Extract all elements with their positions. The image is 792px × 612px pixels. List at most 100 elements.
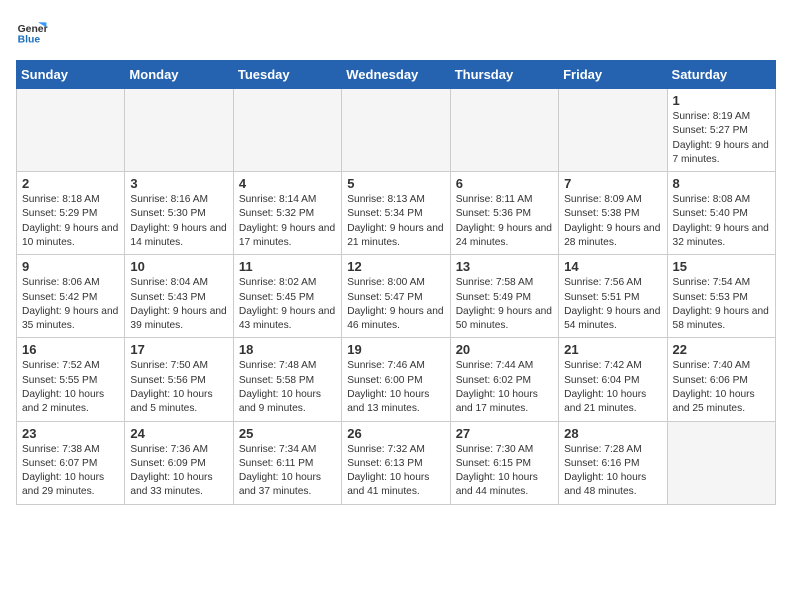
logo-icon: General Blue: [16, 16, 48, 48]
day-info: Sunrise: 7:58 AM Sunset: 5:49 PM Dayligh…: [456, 276, 553, 333]
day-number: 14: [564, 259, 661, 274]
calendar: SundayMondayTuesdayWednesdayThursdayFrid…: [16, 60, 776, 505]
calendar-cell: 27 Sunrise: 7:30 AM Sunset: 6:15 PM Dayli…: [450, 421, 558, 504]
day-info: Sunrise: 8:16 AM Sunset: 5:30 PM Dayligh…: [130, 193, 227, 250]
day-header-wednesday: Wednesday: [342, 61, 450, 89]
calendar-cell: 9 Sunrise: 8:06 AM Sunset: 5:42 PM Daylig…: [17, 255, 125, 338]
calendar-cell: [450, 89, 558, 172]
calendar-cell: 11Sunrise: 8:02 AM Sunset: 5:45 PM Dayli…: [233, 255, 341, 338]
calendar-cell: 13Sunrise: 7:58 AM Sunset: 5:49 PM Dayli…: [450, 255, 558, 338]
calendar-week-1: 1 Sunrise: 8:19 AM Sunset: 5:27 PM Daylig…: [17, 89, 776, 172]
calendar-cell: 22 Sunrise: 7:40 AM Sunset: 6:06 PM Dayli…: [667, 338, 775, 421]
day-number: 19: [347, 342, 444, 357]
day-info: Sunrise: 8:13 AM Sunset: 5:34 PM Dayligh…: [347, 193, 444, 250]
calendar-cell: [125, 89, 233, 172]
day-number: 21: [564, 342, 661, 357]
calendar-cell: 8 Sunrise: 8:08 AM Sunset: 5:40 PM Daylig…: [667, 172, 775, 255]
calendar-cell: 17Sunrise: 7:50 AM Sunset: 5:56 PM Dayli…: [125, 338, 233, 421]
day-info: Sunrise: 8:08 AM Sunset: 5:40 PM Dayligh…: [673, 193, 770, 250]
day-number: 10: [130, 259, 227, 274]
day-info: Sunrise: 7:38 AM Sunset: 6:07 PM Dayligh…: [22, 443, 119, 500]
day-info: Sunrise: 8:09 AM Sunset: 5:38 PM Dayligh…: [564, 193, 661, 250]
day-number: 3: [130, 176, 227, 191]
day-number: 7: [564, 176, 661, 191]
calendar-cell: 28Sunrise: 7:28 AM Sunset: 6:16 PM Dayli…: [559, 421, 667, 504]
calendar-cell: 16 Sunrise: 7:52 AM Sunset: 5:55 PM Dayli…: [17, 338, 125, 421]
day-info: Sunrise: 7:54 AM Sunset: 5:53 PM Dayligh…: [673, 276, 770, 333]
day-info: Sunrise: 8:14 AM Sunset: 5:32 PM Dayligh…: [239, 193, 336, 250]
day-number: 27: [456, 426, 553, 441]
day-number: 23: [22, 426, 119, 441]
calendar-cell: 24 Sunrise: 7:36 AM Sunset: 6:09 PM Dayli…: [125, 421, 233, 504]
calendar-cell: 23 Sunrise: 7:38 AM Sunset: 6:07 PM Dayli…: [17, 421, 125, 504]
calendar-cell: 4 Sunrise: 8:14 AM Sunset: 5:32 PM Daylig…: [233, 172, 341, 255]
calendar-cell: [342, 89, 450, 172]
calendar-cell: 20Sunrise: 7:44 AM Sunset: 6:02 PM Dayli…: [450, 338, 558, 421]
day-info: Sunrise: 7:52 AM Sunset: 5:55 PM Dayligh…: [22, 359, 119, 416]
calendar-cell: 12 Sunrise: 8:00 AM Sunset: 5:47 PM Dayli…: [342, 255, 450, 338]
day-info: Sunrise: 8:19 AM Sunset: 5:27 PM Dayligh…: [673, 110, 770, 167]
day-number: 15: [673, 259, 770, 274]
calendar-cell: 14 Sunrise: 7:56 AM Sunset: 5:51 PM Dayli…: [559, 255, 667, 338]
day-number: 11: [239, 259, 336, 274]
day-header-friday: Friday: [559, 61, 667, 89]
day-number: 6: [456, 176, 553, 191]
day-info: Sunrise: 8:00 AM Sunset: 5:47 PM Dayligh…: [347, 276, 444, 333]
day-info: Sunrise: 7:40 AM Sunset: 6:06 PM Dayligh…: [673, 359, 770, 416]
calendar-cell: 26 Sunrise: 7:32 AM Sunset: 6:13 PM Dayli…: [342, 421, 450, 504]
day-info: Sunrise: 7:42 AM Sunset: 6:04 PM Dayligh…: [564, 359, 661, 416]
day-info: Sunrise: 7:50 AM Sunset: 5:56 PM Dayligh…: [130, 359, 227, 416]
calendar-week-2: 2Sunrise: 8:18 AM Sunset: 5:29 PM Daylig…: [17, 172, 776, 255]
day-number: 22: [673, 342, 770, 357]
calendar-cell: [233, 89, 341, 172]
calendar-cell: 25 Sunrise: 7:34 AM Sunset: 6:11 PM Dayli…: [233, 421, 341, 504]
day-number: 1: [673, 93, 770, 108]
page-header: General Blue: [16, 16, 776, 48]
day-info: Sunrise: 7:28 AM Sunset: 6:16 PM Dayligh…: [564, 443, 661, 500]
calendar-cell: [17, 89, 125, 172]
day-number: 20: [456, 342, 553, 357]
day-info: Sunrise: 7:32 AM Sunset: 6:13 PM Dayligh…: [347, 443, 444, 500]
day-header-monday: Monday: [125, 61, 233, 89]
day-info: Sunrise: 7:36 AM Sunset: 6:09 PM Dayligh…: [130, 443, 227, 500]
calendar-cell: 2Sunrise: 8:18 AM Sunset: 5:29 PM Daylig…: [17, 172, 125, 255]
day-number: 12: [347, 259, 444, 274]
day-header-sunday: Sunday: [17, 61, 125, 89]
day-number: 18: [239, 342, 336, 357]
logo: General Blue: [16, 16, 48, 48]
day-info: Sunrise: 8:04 AM Sunset: 5:43 PM Dayligh…: [130, 276, 227, 333]
calendar-cell: 5 Sunrise: 8:13 AM Sunset: 5:34 PM Daylig…: [342, 172, 450, 255]
day-number: 16: [22, 342, 119, 357]
day-info: Sunrise: 7:48 AM Sunset: 5:58 PM Dayligh…: [239, 359, 336, 416]
day-number: 26: [347, 426, 444, 441]
day-header-tuesday: Tuesday: [233, 61, 341, 89]
calendar-header-row: SundayMondayTuesdayWednesdayThursdayFrid…: [17, 61, 776, 89]
day-number: 2: [22, 176, 119, 191]
day-header-saturday: Saturday: [667, 61, 775, 89]
calendar-cell: 3 Sunrise: 8:16 AM Sunset: 5:30 PM Daylig…: [125, 172, 233, 255]
day-info: Sunrise: 7:34 AM Sunset: 6:11 PM Dayligh…: [239, 443, 336, 500]
day-number: 4: [239, 176, 336, 191]
svg-text:Blue: Blue: [18, 34, 41, 45]
calendar-cell: 19 Sunrise: 7:46 AM Sunset: 6:00 PM Dayli…: [342, 338, 450, 421]
calendar-cell: 6 Sunrise: 8:11 AM Sunset: 5:36 PM Daylig…: [450, 172, 558, 255]
calendar-week-4: 16 Sunrise: 7:52 AM Sunset: 5:55 PM Dayli…: [17, 338, 776, 421]
calendar-week-5: 23 Sunrise: 7:38 AM Sunset: 6:07 PM Dayli…: [17, 421, 776, 504]
calendar-cell: 7 Sunrise: 8:09 AM Sunset: 5:38 PM Daylig…: [559, 172, 667, 255]
day-number: 9: [22, 259, 119, 274]
calendar-cell: [559, 89, 667, 172]
day-info: Sunrise: 7:56 AM Sunset: 5:51 PM Dayligh…: [564, 276, 661, 333]
calendar-cell: 15 Sunrise: 7:54 AM Sunset: 5:53 PM Dayli…: [667, 255, 775, 338]
calendar-cell: 18 Sunrise: 7:48 AM Sunset: 5:58 PM Dayli…: [233, 338, 341, 421]
day-number: 5: [347, 176, 444, 191]
day-number: 8: [673, 176, 770, 191]
day-number: 25: [239, 426, 336, 441]
day-info: Sunrise: 8:11 AM Sunset: 5:36 PM Dayligh…: [456, 193, 553, 250]
calendar-cell: 1 Sunrise: 8:19 AM Sunset: 5:27 PM Daylig…: [667, 89, 775, 172]
day-info: Sunrise: 7:30 AM Sunset: 6:15 PM Dayligh…: [456, 443, 553, 500]
calendar-cell: 10 Sunrise: 8:04 AM Sunset: 5:43 PM Dayli…: [125, 255, 233, 338]
day-info: Sunrise: 8:06 AM Sunset: 5:42 PM Dayligh…: [22, 276, 119, 333]
calendar-cell: [667, 421, 775, 504]
day-number: 24: [130, 426, 227, 441]
day-info: Sunrise: 7:46 AM Sunset: 6:00 PM Dayligh…: [347, 359, 444, 416]
